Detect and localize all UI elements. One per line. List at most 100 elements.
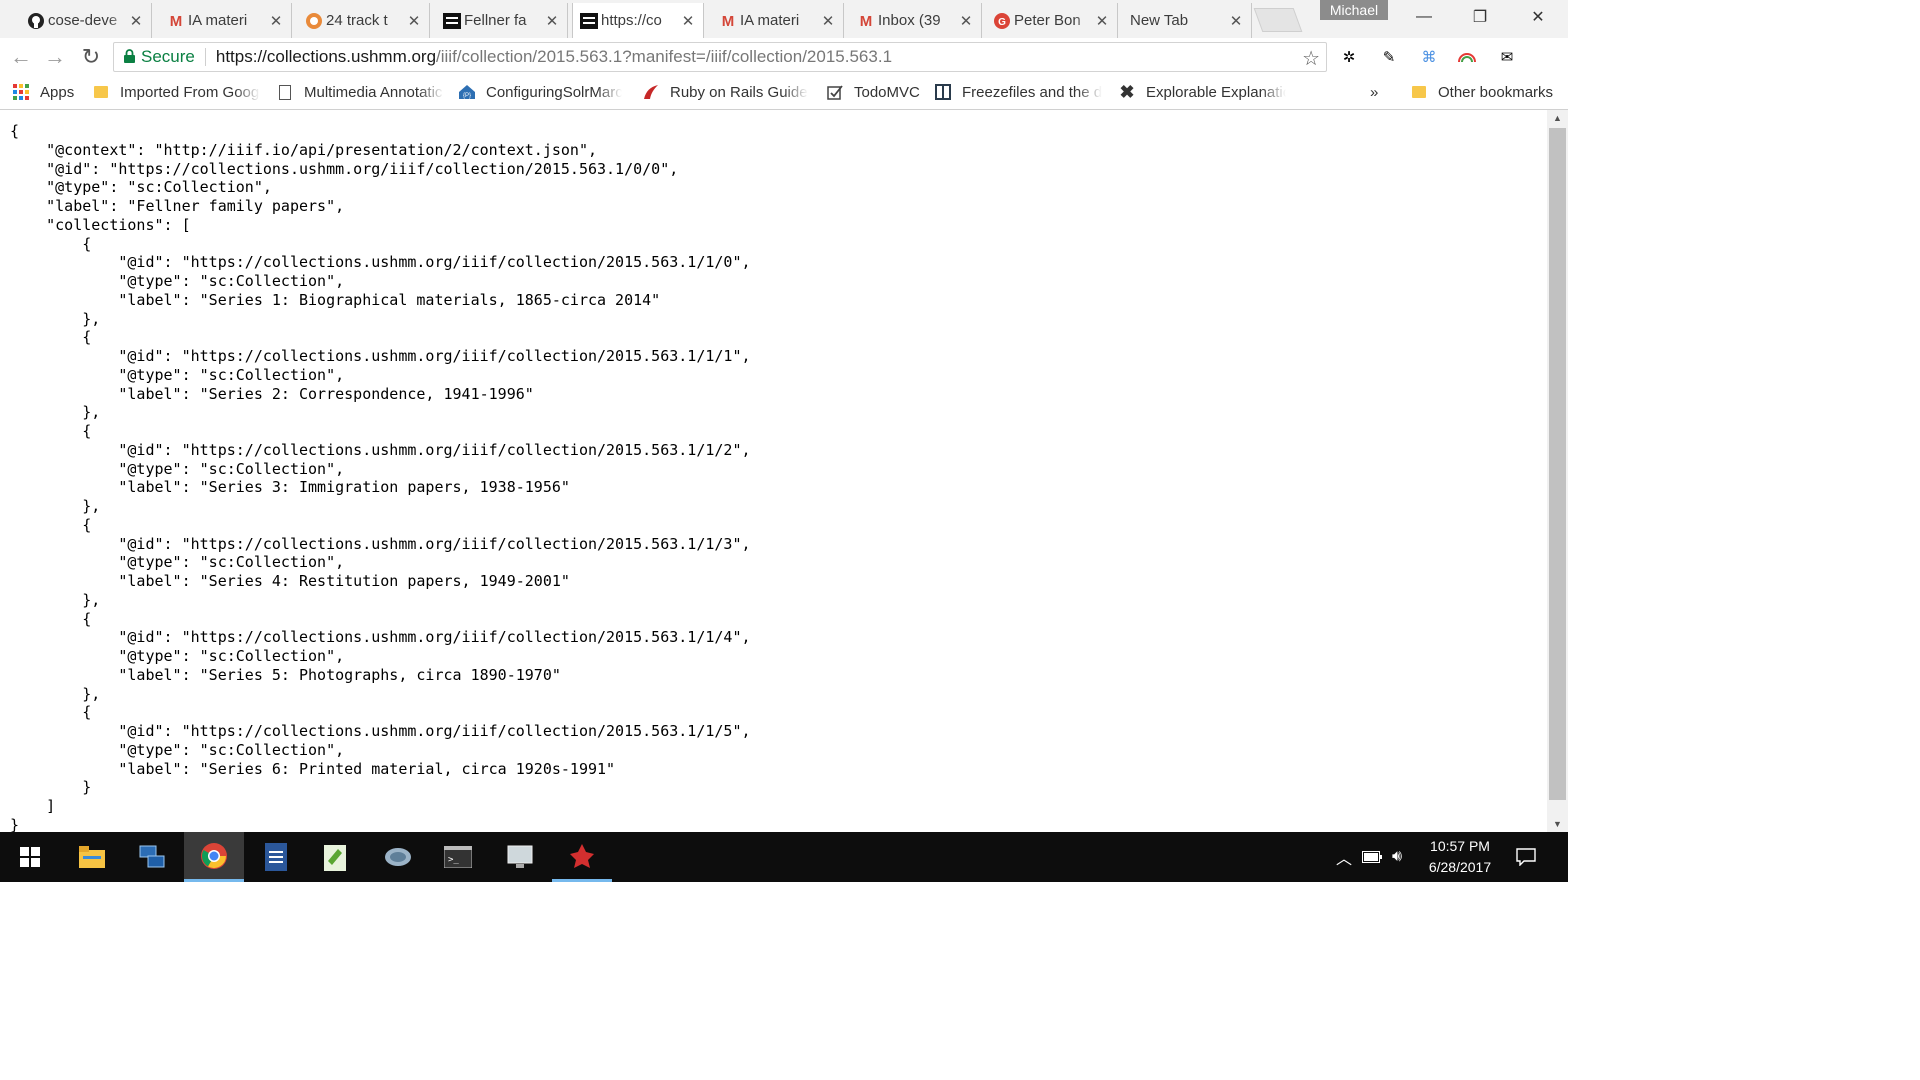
tab-close-icon[interactable]: ✕ <box>959 12 973 30</box>
tab-title: IA materi <box>740 12 800 29</box>
vertical-scrollbar[interactable]: ▲ ▼ <box>1547 110 1568 832</box>
tab-title: Fellner fa <box>464 12 527 29</box>
tab-ia-materi-2[interactable]: M IA materi ✕ <box>712 3 844 38</box>
bookmark-solrmarc[interactable]: {P} ConfiguringSolrMarc <box>458 82 622 102</box>
bookmark-label: Ruby on Rails Guides <box>670 83 808 101</box>
tab-new-tab[interactable]: New Tab ✕ <box>1122 3 1252 38</box>
close-window-icon[interactable]: ✕ <box>1510 0 1566 34</box>
minimize-icon[interactable]: — <box>1396 0 1452 34</box>
notifications-icon[interactable] <box>1516 832 1536 882</box>
taskbar-clock[interactable]: 10:57 PM 6/28/2017 <box>1420 836 1500 878</box>
svg-text:{P}: {P} <box>463 93 471 99</box>
extension-command-icon[interactable]: ⌘ <box>1418 46 1440 68</box>
bookmark-other[interactable]: Other bookmarks <box>1410 82 1553 102</box>
page-icon <box>276 83 294 101</box>
tab-strip: cose-deve ✕ M IA materi ✕ 24 track t ✕ F… <box>0 0 1568 38</box>
extension-bug-icon[interactable]: ✲ <box>1338 46 1360 68</box>
url-host: https://collections.ushmm.org <box>215 47 437 66</box>
bookmark-label: Multimedia Annotatic <box>304 83 443 101</box>
network-icon[interactable] <box>368 832 428 882</box>
checkbox-icon <box>826 83 844 101</box>
tab-fellner[interactable]: Fellner fa ✕ <box>436 3 568 38</box>
forward-arrow-icon[interactable]: → <box>42 44 68 70</box>
tab-title: 24 track t <box>326 12 388 29</box>
ushmm-icon <box>579 11 599 31</box>
file-explorer-icon[interactable] <box>62 832 122 882</box>
new-tab-button[interactable] <box>1253 8 1303 32</box>
windows-start-icon[interactable] <box>0 832 60 882</box>
bookmark-label: Other bookmarks <box>1438 83 1554 101</box>
svg-text:G: G <box>998 17 1006 28</box>
scrollbar-thumb[interactable] <box>1549 128 1566 800</box>
json-document: { "@context": "http://iiif.io/api/presen… <box>10 122 751 832</box>
monitor-icon[interactable] <box>490 832 550 882</box>
gmail-icon: M <box>721 12 735 30</box>
tab-ia-materi[interactable]: M IA materi ✕ <box>160 3 292 38</box>
tab-title: https://co <box>601 12 662 29</box>
tab-title: New Tab <box>1130 12 1189 29</box>
profile-name[interactable]: Michael <box>1320 0 1388 20</box>
ushmm-icon <box>442 11 462 31</box>
tab-close-icon[interactable]: ✕ <box>269 12 283 30</box>
folder-icon <box>92 83 110 101</box>
bookmark-label: Imported From Goog <box>120 83 260 101</box>
toolbar: ← → ↻ Secure https://collections.ushmm.o… <box>0 38 1568 76</box>
terminal-icon[interactable]: >_ <box>428 832 488 882</box>
document-icon[interactable] <box>246 832 306 882</box>
tray-overflow-chevron-icon[interactable]: ︿ <box>1336 832 1352 882</box>
tab-active-manifest[interactable]: https://co ✕ <box>572 3 704 38</box>
bookmark-explorable[interactable]: ✖ Explorable Explanatio <box>1118 82 1286 102</box>
tab-close-icon[interactable]: ✕ <box>1229 12 1243 30</box>
url-path: /iiif/collection/2015.563.1?manifest=/ii… <box>436 47 893 66</box>
gmail-icon: M <box>859 12 873 30</box>
scroll-up-arrow-icon[interactable]: ▲ <box>1547 110 1568 126</box>
tab-peter-bon[interactable]: G Peter Bon ✕ <box>986 3 1118 38</box>
clock-date: 6/28/2017 <box>1428 859 1492 875</box>
github-icon <box>26 11 46 31</box>
address-bar[interactable]: Secure https://collections.ushmm.org/iii… <box>113 42 1327 72</box>
tab-title: IA materi <box>188 12 248 29</box>
omnibox-divider <box>204 48 206 66</box>
scroll-down-arrow-icon[interactable]: ▼ <box>1547 816 1568 832</box>
notepad-plus-icon[interactable] <box>306 832 366 882</box>
reload-icon[interactable]: ↻ <box>78 44 104 70</box>
bookmark-label: TodoMVC <box>854 83 920 101</box>
extension-rainbow-icon[interactable] <box>1456 46 1478 68</box>
bookmark-rails-guides[interactable]: Ruby on Rails Guides <box>642 82 808 102</box>
tab-close-icon[interactable]: ✕ <box>1095 12 1109 30</box>
bookmark-label: Freezefiles and the da <box>962 83 1102 101</box>
bookmark-freezefiles[interactable]: Freezefiles and the da <box>934 82 1102 102</box>
tab-inbox[interactable]: M Inbox (39 ✕ <box>850 3 982 38</box>
loader-icon <box>304 11 324 31</box>
bookmark-imported[interactable]: Imported From Goog <box>92 82 260 102</box>
google-plus-icon: G <box>992 11 1012 31</box>
tab-close-icon[interactable]: ✕ <box>407 12 421 30</box>
restore-icon[interactable]: ❐ <box>1452 0 1508 34</box>
remote-desktop-icon[interactable] <box>122 832 182 882</box>
bookmark-multimedia[interactable]: Multimedia Annotatic <box>276 82 444 102</box>
bookmark-label: Apps <box>40 83 75 101</box>
rails-icon <box>642 83 660 101</box>
bookmark-star-icon[interactable]: ☆ <box>1302 46 1320 71</box>
battery-icon[interactable] <box>1362 832 1382 882</box>
bookmarks-overflow-icon[interactable]: » <box>1370 82 1378 102</box>
bookmark-apps[interactable]: Apps <box>12 82 74 102</box>
game-icon[interactable] <box>552 832 612 882</box>
tab-cose-deve[interactable]: cose-deve ✕ <box>20 3 152 38</box>
back-arrow-icon[interactable]: ← <box>8 44 34 70</box>
extension-annotate-icon[interactable]: ✎ <box>1378 46 1400 68</box>
tab-close-icon[interactable]: ✕ <box>821 12 835 30</box>
columns-icon <box>934 83 952 101</box>
extension-mail-icon[interactable]: ✉ <box>1496 46 1518 68</box>
bookmarks-bar: Apps Imported From Goog Multimedia Annot… <box>0 76 1568 110</box>
secure-indicator[interactable]: Secure <box>114 47 195 67</box>
tab-close-icon[interactable]: ✕ <box>129 12 143 30</box>
tab-close-icon[interactable]: ✕ <box>545 12 559 30</box>
windows-taskbar: >_ ︿ 🔊︎ 10:57 PM 6/28/2017 <box>0 832 1568 882</box>
bookmark-todomvc[interactable]: TodoMVC <box>826 82 920 102</box>
volume-icon[interactable]: 🔊︎ <box>1392 832 1402 882</box>
tab-title: cose-deve <box>48 12 118 29</box>
tab-close-icon[interactable]: ✕ <box>681 12 695 30</box>
tab-24-track[interactable]: 24 track t ✕ <box>298 3 430 38</box>
chrome-icon[interactable] <box>184 832 244 882</box>
